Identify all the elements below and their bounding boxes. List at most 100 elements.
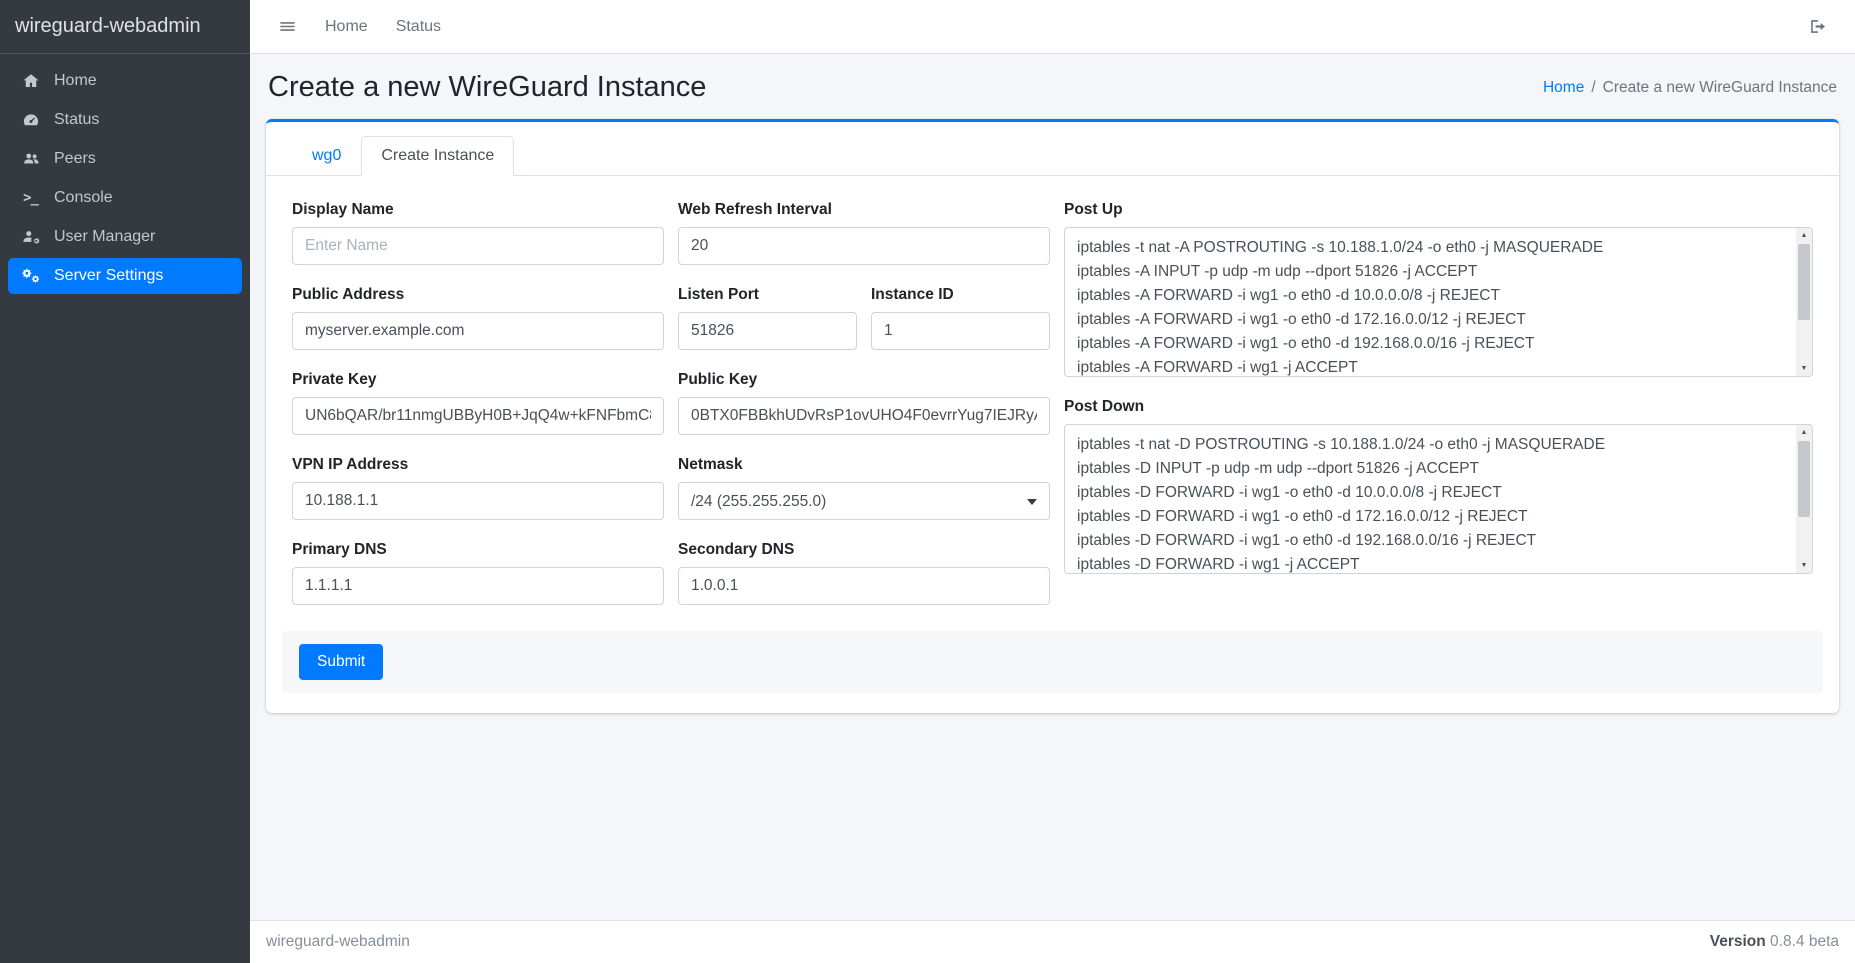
netmask-select[interactable]: /24 (255.255.255.0)	[678, 482, 1050, 520]
vpn-ip-label: VPN IP Address	[292, 456, 664, 474]
home-icon	[19, 72, 42, 90]
primary-dns-input[interactable]	[292, 567, 664, 605]
navbar-link-home[interactable]: Home	[313, 10, 380, 44]
sign-out-icon	[1808, 17, 1827, 36]
web-refresh-interval-input[interactable]	[678, 227, 1050, 265]
sidebar-toggle-button[interactable]	[266, 9, 309, 44]
card-tabs: wg0 Create Instance	[266, 122, 1839, 176]
footer-version: Version 0.8.4 beta	[1710, 933, 1839, 951]
card-body: Display Name Public Address Private Key	[266, 176, 1839, 713]
hamburger-icon	[278, 17, 297, 36]
tab-create-instance[interactable]: Create Instance	[361, 136, 514, 176]
netmask-label: Netmask	[678, 456, 1050, 474]
main-footer: wireguard-webadmin Version 0.8.4 beta	[250, 920, 1855, 963]
post-up-wrap: iptables -t nat -A POSTROUTING -s 10.188…	[1064, 227, 1813, 377]
instance-id-label: Instance ID	[871, 286, 1050, 304]
sidebar-item-home[interactable]: Home	[8, 63, 242, 99]
public-address-input[interactable]	[292, 312, 664, 350]
listen-port-input[interactable]	[678, 312, 857, 350]
sidebar-item-user-manager[interactable]: User Manager	[8, 219, 242, 255]
field-public-address: Public Address	[292, 286, 664, 350]
logout-button[interactable]	[1796, 9, 1839, 44]
post-down-textarea[interactable]: iptables -t nat -D POSTROUTING -s 10.188…	[1064, 424, 1813, 574]
post-up-label: Post Up	[1064, 201, 1813, 219]
submit-button[interactable]: Submit	[299, 644, 383, 680]
scrollbar-thumb[interactable]	[1798, 244, 1810, 320]
gears-icon	[19, 267, 42, 285]
terminal-icon: >_	[19, 190, 42, 206]
field-primary-dns: Primary DNS	[292, 541, 664, 605]
page-title: Create a new WireGuard Instance	[268, 71, 706, 104]
submit-strip: Submit	[282, 631, 1823, 693]
form-column-3: Post Up iptables -t nat -A POSTROUTING -…	[1064, 201, 1813, 626]
field-public-key: Public Key	[678, 371, 1050, 435]
secondary-dns-input[interactable]	[678, 567, 1050, 605]
field-post-up: Post Up iptables -t nat -A POSTROUTING -…	[1064, 201, 1813, 377]
breadcrumb: Home / Create a new WireGuard Instance	[1543, 79, 1837, 97]
sidebar-item-label: Console	[54, 189, 113, 207]
scroll-up-icon[interactable]: ▲	[1796, 425, 1812, 440]
scroll-down-icon[interactable]: ▼	[1796, 558, 1812, 573]
sidebar: wireguard-webadmin Home Status Peers	[0, 0, 250, 963]
sidebar-brand-label: wireguard-webadmin	[15, 15, 201, 38]
footer-version-value: 0.8.4 beta	[1770, 933, 1839, 950]
scroll-down-icon[interactable]: ▼	[1796, 361, 1812, 376]
sidebar-item-label: Peers	[54, 150, 96, 168]
primary-dns-label: Primary DNS	[292, 541, 664, 559]
breadcrumb-current: Create a new WireGuard Instance	[1603, 79, 1837, 97]
field-vpn-ip: VPN IP Address	[292, 456, 664, 520]
field-netmask: Netmask /24 (255.255.255.0)	[678, 456, 1050, 520]
footer-brand: wireguard-webadmin	[266, 933, 410, 951]
field-display-name: Display Name	[292, 201, 664, 265]
content-header: Create a new WireGuard Instance Home / C…	[250, 54, 1855, 117]
form-column-2: Web Refresh Interval Listen Port Instanc…	[678, 201, 1050, 626]
tab-wg0[interactable]: wg0	[292, 136, 361, 176]
post-down-label: Post Down	[1064, 398, 1813, 416]
public-key-input[interactable]	[678, 397, 1050, 435]
footer-version-label: Version	[1710, 933, 1766, 950]
app: wireguard-webadmin Home Status Peers	[0, 0, 1855, 963]
field-listen-port: Listen Port	[678, 286, 857, 350]
display-name-input[interactable]	[292, 227, 664, 265]
users-icon	[19, 150, 42, 168]
port-id-row: Listen Port Instance ID	[678, 286, 1050, 371]
scrollbar-track[interactable]	[1796, 440, 1812, 558]
create-instance-card: wg0 Create Instance Display Name Public	[266, 119, 1839, 713]
sidebar-item-peers[interactable]: Peers	[8, 141, 242, 177]
field-instance-id: Instance ID	[871, 286, 1050, 350]
field-web-refresh-interval: Web Refresh Interval	[678, 201, 1050, 265]
web-refresh-interval-label: Web Refresh Interval	[678, 201, 1050, 219]
sidebar-item-status[interactable]: Status	[8, 102, 242, 138]
navbar-link-status[interactable]: Status	[384, 10, 453, 44]
public-address-label: Public Address	[292, 286, 664, 304]
sidebar-item-console[interactable]: >_ Console	[8, 180, 242, 216]
breadcrumb-home-link[interactable]: Home	[1543, 79, 1584, 97]
main-area: Home Status Create a new WireGuard Insta…	[250, 0, 1855, 963]
instance-form: Display Name Public Address Private Key	[292, 201, 1813, 626]
post-up-scrollbar[interactable]: ▲ ▼	[1796, 228, 1812, 376]
user-gear-icon	[19, 228, 42, 246]
sidebar-brand[interactable]: wireguard-webadmin	[0, 0, 250, 54]
scroll-up-icon[interactable]: ▲	[1796, 228, 1812, 243]
scrollbar-thumb[interactable]	[1798, 441, 1810, 517]
sidebar-nav: Home Status Peers >_ Console	[0, 54, 250, 306]
instance-id-input[interactable]	[871, 312, 1050, 350]
listen-port-label: Listen Port	[678, 286, 857, 304]
secondary-dns-label: Secondary DNS	[678, 541, 1050, 559]
public-key-label: Public Key	[678, 371, 1050, 389]
sidebar-item-label: Server Settings	[54, 267, 163, 285]
content: Create a new WireGuard Instance Home / C…	[250, 54, 1855, 920]
form-column-1: Display Name Public Address Private Key	[292, 201, 664, 626]
sidebar-item-server-settings[interactable]: Server Settings	[8, 258, 242, 294]
tachometer-icon	[19, 111, 42, 129]
private-key-input[interactable]	[292, 397, 664, 435]
post-down-scrollbar[interactable]: ▲ ▼	[1796, 425, 1812, 573]
sidebar-item-label: Home	[54, 72, 97, 90]
post-up-textarea[interactable]: iptables -t nat -A POSTROUTING -s 10.188…	[1064, 227, 1813, 377]
display-name-label: Display Name	[292, 201, 664, 219]
scrollbar-track[interactable]	[1796, 243, 1812, 361]
netmask-select-wrap: /24 (255.255.255.0)	[678, 482, 1050, 520]
vpn-ip-input[interactable]	[292, 482, 664, 520]
sidebar-item-label: User Manager	[54, 228, 155, 246]
field-post-down: Post Down iptables -t nat -D POSTROUTING…	[1064, 398, 1813, 574]
